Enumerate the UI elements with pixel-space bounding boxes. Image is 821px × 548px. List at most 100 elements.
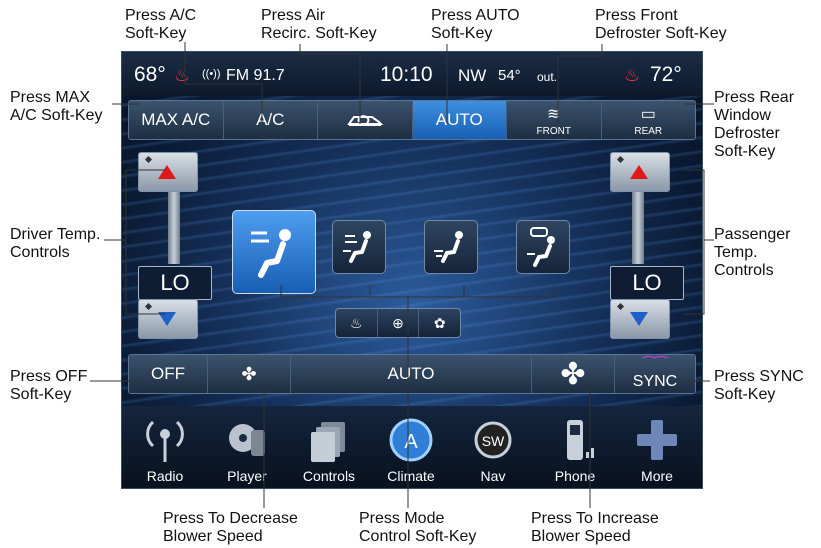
heated-wheel-button[interactable]: ⊕ [378,309,420,337]
compass-icon-letters: SW [482,433,505,449]
player-icon [229,424,265,456]
annotation-auto: Press AUTO Soft-Key [431,7,520,42]
nav-more[interactable]: More [622,412,692,486]
vented-seat-button[interactable]: ✿ [419,309,460,337]
nav-radio[interactable]: Radio [130,412,200,486]
driver-temp-readout: 68° [134,63,166,86]
recirc-button[interactable] [318,101,413,139]
panel-vent-icon [251,229,291,278]
mode-mix-button[interactable] [516,220,570,274]
nav-nav[interactable]: SW Nav [458,412,528,486]
mode-panel-button[interactable] [232,210,316,294]
nav-bar: Radio Player Controls A Climate SW Nav P… [122,406,702,488]
annotation-decrease-blower: Press To Decrease Blower Speed [163,510,298,545]
rear-defrost-button[interactable]: ▭ REAR [601,101,695,139]
passenger-temp-down-button[interactable] [610,299,670,339]
steering-wheel-icon: ⊕ [392,314,404,331]
fan-large-icon: ✤ [560,357,586,391]
nav-phone-label: Phone [554,468,596,484]
nav-nav-label: Nav [480,468,506,484]
auto-button[interactable]: AUTO [412,101,507,139]
annotation-rear-defrost: Press Rear Window Defroster Soft-Key [714,89,795,160]
annotation-off: Press OFF Soft-Key [10,368,88,403]
radio-signal-icon: ((•)) [202,68,221,80]
passenger-temp-readout: 72° [650,63,682,86]
mix-vent-icon [527,227,555,267]
mode-floor-button[interactable] [424,220,478,274]
annotation-recirc: Press Air Recirc. Soft-Key [261,7,377,42]
blower-auto-display: AUTO [291,355,532,393]
passenger-temp-slider[interactable] [632,192,644,264]
nav-phone[interactable]: Phone [540,412,610,486]
compass-icon: SW [474,421,512,459]
seat-wheel-controls: ♨ ⊕ ✿ [335,308,461,338]
climate-icon: A [389,418,433,462]
passenger-temp-up-button[interactable] [610,152,670,192]
front-defrost-label: FRONT [536,126,571,137]
mode-bilevel-button[interactable] [332,220,386,274]
controls-icon [311,422,345,462]
plus-icon [637,420,677,460]
outside-label: out. [537,70,558,84]
outside-temp: 54° [498,67,521,84]
nav-more-label: More [641,468,673,484]
driver-temp-down-button[interactable] [138,299,198,339]
nav-radio-label: Radio [146,468,184,484]
annotation-mode-control: Press Mode Control Soft-Key [359,510,477,545]
annotation-front-defrost: Press Front Defroster Soft-Key [595,7,727,42]
nav-controls[interactable]: Controls [294,412,364,486]
car-recirc-icon [346,115,384,126]
blower-increase-button[interactable]: ✤ [532,355,615,393]
sync-seats-icon: ⁀⁀ [642,357,668,374]
down-arrow-icon [630,312,648,326]
annotation-passenger-temp: Passenger Temp. Controls [714,226,791,279]
climate-screen: 68° ♨ ((•)) FM 91.7 10:10 NW 54° out. ♨ … [121,51,703,489]
driver-temp-up-button[interactable] [138,152,198,192]
sync-label: SYNC [632,373,678,390]
nav-player-label: Player [227,468,267,484]
blower-row: OFF ✤ AUTO ✤ ⁀⁀ SYNC [128,354,696,394]
down-arrow-icon [158,312,176,326]
corner-mark [144,302,153,311]
max-ac-button[interactable]: MAX A/C [129,101,224,139]
annotation-driver-temp: Driver Temp. Controls [10,226,101,261]
heated-seat-button[interactable]: ♨ [336,309,378,337]
floor-vent-icon [434,231,463,263]
front-defrost-button[interactable]: ≋ FRONT [507,101,602,139]
annotation-increase-blower: Press To Increase Blower Speed [531,510,659,545]
bilevel-vent-icon [343,231,371,263]
passenger-temp-value: LO [610,266,684,300]
nav-climate-label: Climate [387,468,435,484]
radio-icon [146,420,184,462]
nav-player[interactable]: Player [212,412,282,486]
nav-climate[interactable]: A Climate [376,412,446,486]
rear-defrost-label: REAR [634,126,663,137]
front-defrost-icon: ≋ [547,106,561,123]
driver-temp-slider[interactable] [168,192,180,264]
up-arrow-icon [158,165,176,179]
clock: 10:10 [380,63,433,86]
heated-seat-icon: ♨ [350,314,363,331]
corner-mark [616,302,625,311]
heated-seat-icon: ♨ [174,65,191,85]
blower-decrease-button[interactable]: ✤ [208,355,291,393]
vented-seat-icon: ✿ [433,314,446,331]
nav-controls-label: Controls [302,468,356,484]
annotation-max-ac: Press MAX A/C Soft-Key [10,89,103,124]
corner-mark [616,155,625,164]
up-arrow-icon [630,165,648,179]
annotation-ac: Press A/C Soft-Key [125,7,197,42]
compass-heading: NW [458,66,487,85]
corner-mark [144,155,153,164]
ac-button[interactable]: A/C [223,101,318,139]
top-softkey-row: MAX A/C A/C AUTO ≋ FRONT ▭ REAR [128,100,696,140]
phone-icon [567,420,594,460]
off-button[interactable]: OFF [129,355,208,393]
sync-button[interactable]: ⁀⁀ SYNC [615,355,695,393]
heated-seat-icon-passenger: ♨ [624,65,641,85]
driver-temp-value: LO [138,266,212,300]
radio-station: FM 91.7 [226,67,285,84]
annotation-sync: Press SYNC Soft-Key [714,368,804,403]
fan-small-icon: ✤ [241,363,257,384]
status-bar: 68° ♨ ((•)) FM 91.7 10:10 NW 54° out. ♨ … [122,52,702,96]
